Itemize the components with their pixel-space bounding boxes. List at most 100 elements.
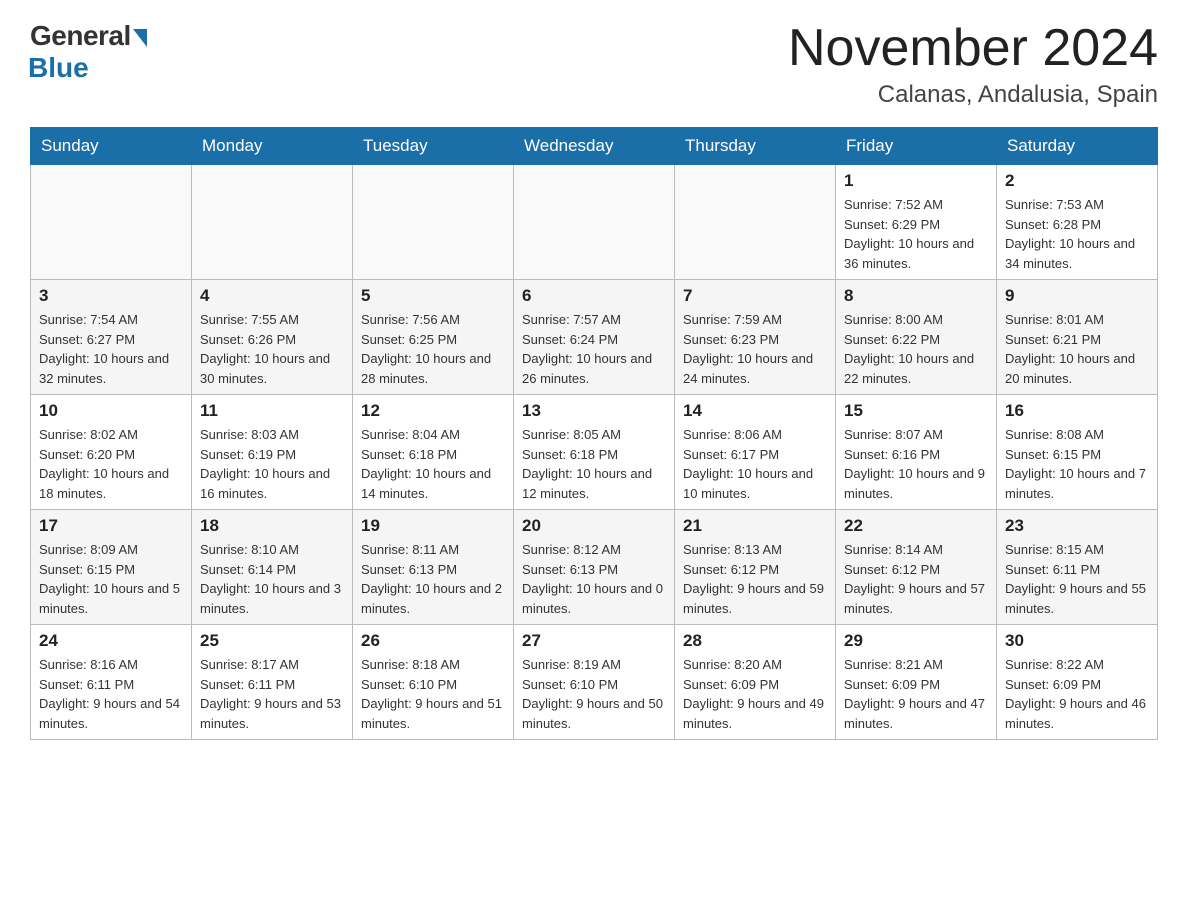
day-number: 18 (200, 516, 344, 536)
calendar-cell: 17 Sunrise: 8:09 AMSunset: 6:15 PMDayligh… (31, 510, 192, 625)
calendar-cell: 24 Sunrise: 8:16 AMSunset: 6:11 PMDayligh… (31, 625, 192, 740)
calendar-cell: 11Sunrise: 8:03 AMSunset: 6:19 PMDayligh… (192, 395, 353, 510)
calendar-cell: 12 Sunrise: 8:04 AMSunset: 6:18 PMDayligh… (353, 395, 514, 510)
day-info: Sunrise: 8:13 AMSunset: 6:12 PMDaylight:… (683, 540, 827, 618)
calendar-cell: 13Sunrise: 8:05 AMSunset: 6:18 PMDayligh… (514, 395, 675, 510)
calendar-cell: 6 Sunrise: 7:57 AMSunset: 6:24 PMDaylight… (514, 280, 675, 395)
day-info: Sunrise: 7:57 AMSunset: 6:24 PMDaylight:… (522, 310, 666, 388)
calendar-cell: 14 Sunrise: 8:06 AMSunset: 6:17 PMDayligh… (675, 395, 836, 510)
header-friday: Friday (836, 128, 997, 165)
day-number: 2 (1005, 171, 1149, 191)
day-info: Sunrise: 8:14 AMSunset: 6:12 PMDaylight:… (844, 540, 988, 618)
calendar-cell: 7 Sunrise: 7:59 AMSunset: 6:23 PMDaylight… (675, 280, 836, 395)
logo-blue-text: Blue (28, 52, 89, 84)
header-sunday: Sunday (31, 128, 192, 165)
day-info: Sunrise: 8:07 AMSunset: 6:16 PMDaylight:… (844, 425, 988, 503)
calendar-cell: 19Sunrise: 8:11 AMSunset: 6:13 PMDayligh… (353, 510, 514, 625)
day-number: 20 (522, 516, 666, 536)
day-number: 7 (683, 286, 827, 306)
day-info: Sunrise: 8:22 AMSunset: 6:09 PMDaylight:… (1005, 655, 1149, 733)
header-tuesday: Tuesday (353, 128, 514, 165)
calendar-cell (31, 165, 192, 280)
day-number: 17 (39, 516, 183, 536)
location-title: Calanas, Andalusia, Spain (788, 81, 1158, 109)
logo-general-text: General (30, 20, 131, 52)
day-number: 21 (683, 516, 827, 536)
day-info: Sunrise: 8:04 AMSunset: 6:18 PMDaylight:… (361, 425, 505, 503)
day-number: 23 (1005, 516, 1149, 536)
day-number: 28 (683, 631, 827, 651)
calendar-cell: 1 Sunrise: 7:52 AMSunset: 6:29 PMDaylight… (836, 165, 997, 280)
calendar-cell (675, 165, 836, 280)
title-section: November 2024 Calanas, Andalusia, Spain (788, 20, 1158, 109)
week-row-2: 3Sunrise: 7:54 AMSunset: 6:27 PMDaylight… (31, 280, 1158, 395)
calendar-cell: 18 Sunrise: 8:10 AMSunset: 6:14 PMDayligh… (192, 510, 353, 625)
month-title: November 2024 (788, 20, 1158, 77)
calendar-cell: 23 Sunrise: 8:15 AMSunset: 6:11 PMDayligh… (997, 510, 1158, 625)
calendar-cell: 27 Sunrise: 8:19 AMSunset: 6:10 PMDayligh… (514, 625, 675, 740)
calendar-cell: 26 Sunrise: 8:18 AMSunset: 6:10 PMDayligh… (353, 625, 514, 740)
calendar-cell (192, 165, 353, 280)
day-info: Sunrise: 8:18 AMSunset: 6:10 PMDaylight:… (361, 655, 505, 733)
day-number: 6 (522, 286, 666, 306)
day-info: Sunrise: 8:06 AMSunset: 6:17 PMDaylight:… (683, 425, 827, 503)
day-number: 12 (361, 401, 505, 421)
day-info: Sunrise: 7:55 AMSunset: 6:26 PMDaylight:… (200, 310, 344, 388)
calendar-cell: 10 Sunrise: 8:02 AMSunset: 6:20 PMDayligh… (31, 395, 192, 510)
calendar-cell: 22Sunrise: 8:14 AMSunset: 6:12 PMDayligh… (836, 510, 997, 625)
calendar-cell: 3Sunrise: 7:54 AMSunset: 6:27 PMDaylight… (31, 280, 192, 395)
calendar-cell (514, 165, 675, 280)
calendar-cell: 25 Sunrise: 8:17 AMSunset: 6:11 PMDayligh… (192, 625, 353, 740)
header-thursday: Thursday (675, 128, 836, 165)
day-number: 15 (844, 401, 988, 421)
calendar-cell: 2 Sunrise: 7:53 AMSunset: 6:28 PMDaylight… (997, 165, 1158, 280)
day-info: Sunrise: 7:52 AMSunset: 6:29 PMDaylight:… (844, 195, 988, 273)
day-number: 14 (683, 401, 827, 421)
day-number: 4 (200, 286, 344, 306)
day-info: Sunrise: 8:11 AMSunset: 6:13 PMDaylight:… (361, 540, 505, 618)
day-info: Sunrise: 7:53 AMSunset: 6:28 PMDaylight:… (1005, 195, 1149, 273)
week-row-3: 10 Sunrise: 8:02 AMSunset: 6:20 PMDayligh… (31, 395, 1158, 510)
page-header: General Blue November 2024 Calanas, Anda… (30, 20, 1158, 109)
calendar-cell: 29Sunrise: 8:21 AMSunset: 6:09 PMDayligh… (836, 625, 997, 740)
day-number: 26 (361, 631, 505, 651)
day-number: 27 (522, 631, 666, 651)
day-number: 11 (200, 401, 344, 421)
day-info: Sunrise: 8:16 AMSunset: 6:11 PMDaylight:… (39, 655, 183, 733)
calendar-cell: 30Sunrise: 8:22 AMSunset: 6:09 PMDayligh… (997, 625, 1158, 740)
day-info: Sunrise: 8:01 AMSunset: 6:21 PMDaylight:… (1005, 310, 1149, 388)
calendar-cell: 21 Sunrise: 8:13 AMSunset: 6:12 PMDayligh… (675, 510, 836, 625)
day-number: 3 (39, 286, 183, 306)
day-info: Sunrise: 8:19 AMSunset: 6:10 PMDaylight:… (522, 655, 666, 733)
day-number: 9 (1005, 286, 1149, 306)
day-number: 25 (200, 631, 344, 651)
calendar-cell: 8Sunrise: 8:00 AMSunset: 6:22 PMDaylight… (836, 280, 997, 395)
logo-arrow-icon (133, 29, 147, 47)
day-info: Sunrise: 8:10 AMSunset: 6:14 PMDaylight:… (200, 540, 344, 618)
day-info: Sunrise: 8:17 AMSunset: 6:11 PMDaylight:… (200, 655, 344, 733)
header-saturday: Saturday (997, 128, 1158, 165)
day-number: 24 (39, 631, 183, 651)
day-info: Sunrise: 8:20 AMSunset: 6:09 PMDaylight:… (683, 655, 827, 733)
header-monday: Monday (192, 128, 353, 165)
week-row-4: 17 Sunrise: 8:09 AMSunset: 6:15 PMDayligh… (31, 510, 1158, 625)
week-row-1: 1 Sunrise: 7:52 AMSunset: 6:29 PMDaylight… (31, 165, 1158, 280)
day-info: Sunrise: 8:02 AMSunset: 6:20 PMDaylight:… (39, 425, 183, 503)
day-info: Sunrise: 8:09 AMSunset: 6:15 PMDaylight:… (39, 540, 183, 618)
day-number: 16 (1005, 401, 1149, 421)
calendar-cell: 20 Sunrise: 8:12 AMSunset: 6:13 PMDayligh… (514, 510, 675, 625)
day-info: Sunrise: 7:59 AMSunset: 6:23 PMDaylight:… (683, 310, 827, 388)
day-info: Sunrise: 7:56 AMSunset: 6:25 PMDaylight:… (361, 310, 505, 388)
calendar-cell (353, 165, 514, 280)
day-number: 29 (844, 631, 988, 651)
logo: General Blue (30, 20, 147, 84)
day-number: 1 (844, 171, 988, 191)
day-info: Sunrise: 8:12 AMSunset: 6:13 PMDaylight:… (522, 540, 666, 618)
day-number: 10 (39, 401, 183, 421)
day-info: Sunrise: 8:15 AMSunset: 6:11 PMDaylight:… (1005, 540, 1149, 618)
day-info: Sunrise: 8:05 AMSunset: 6:18 PMDaylight:… (522, 425, 666, 503)
calendar-header-row: SundayMondayTuesdayWednesdayThursdayFrid… (31, 128, 1158, 165)
calendar-cell: 16Sunrise: 8:08 AMSunset: 6:15 PMDayligh… (997, 395, 1158, 510)
calendar-cell: 9 Sunrise: 8:01 AMSunset: 6:21 PMDaylight… (997, 280, 1158, 395)
calendar-cell: 5Sunrise: 7:56 AMSunset: 6:25 PMDaylight… (353, 280, 514, 395)
